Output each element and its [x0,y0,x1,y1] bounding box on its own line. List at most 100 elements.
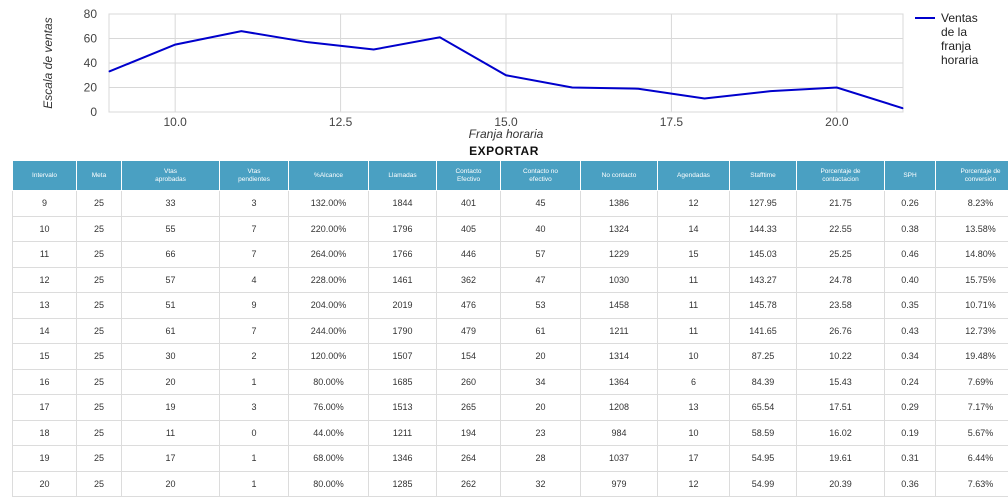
y-tick-label: 0 [90,105,97,119]
table-cell: 25 [76,343,122,370]
y-tick-label: 80 [84,7,98,21]
table-cell: 7.69% [935,368,1008,395]
table-cell: 84.39 [729,368,797,395]
y-tick-label: 60 [84,32,98,46]
table-cell: 19.48% [935,343,1008,370]
column-header-text: No contacto [601,171,637,179]
table-body: 9 25 33 3 132.00% 1844 401 45 1386 12 127.95 21.75 0… [12,190,1008,497]
table-cell: 20 [121,368,220,395]
table-cell: 7 [219,241,289,268]
table-cell: 12 [657,470,730,497]
column-header: Porcentaje de contactacion [796,160,885,191]
x-tick-label: 12.5 [329,115,353,129]
data-point [902,107,904,109]
x-tick-label: 17.5 [660,115,684,129]
table-cell: 54.99 [729,470,797,497]
table-cell: 1796 [368,215,437,242]
table-cell: 0.24 [884,368,936,395]
data-point [307,41,308,43]
table-cell: 57 [500,241,581,268]
table-cell: 25 [76,266,122,293]
table-cell: 264 [436,445,501,472]
table-row: 17 25 19 3 76.00% 1513 265 20 1208 13 65.54 17.51 0.… [12,394,1008,421]
table-cell: 25 [76,292,122,319]
column-header: Stafftime [729,160,797,191]
table-cell: 80.00% [288,470,369,497]
export-button[interactable]: EXPORTAR [0,143,1008,159]
table-cell: 80.00% [288,368,369,395]
table-cell: 47 [500,266,581,293]
table-cell: 13 [657,394,730,421]
table-cell: 61 [500,317,581,344]
table-cell: 1211 [580,317,658,344]
column-header-text: Stafftime [750,171,776,179]
column-header: %Alcance [288,160,369,191]
table-cell: 25.25 [796,241,885,268]
table-cell: 58.59 [729,419,797,446]
table-cell: 0.36 [884,470,936,497]
table-cell: 21.75 [796,190,885,217]
table-cell: 17 [121,445,220,472]
table-cell: 4 [219,266,289,293]
table-cell: 25 [76,215,122,242]
table-cell: 154 [436,343,501,370]
data-point [505,74,507,76]
column-header: SPH [884,160,936,191]
table-cell: 9 [219,292,289,319]
column-header: Llamadas [368,160,437,191]
table-cell: 18 [12,419,77,446]
table-cell: 1 [219,470,289,497]
table-cell: 25 [76,470,122,497]
table-cell: 194 [436,419,501,446]
table-cell: 20 [500,394,581,421]
table-cell: 14 [657,215,730,242]
table-row: 12 25 57 4 228.00% 1461 362 47 1030 11 143.27 24.78… [12,266,1008,293]
table-cell: 25 [76,317,122,344]
table-cell: 0.19 [884,419,936,446]
table-cell: 23.58 [796,292,885,319]
table-cell: 22.55 [796,215,885,242]
table-cell: 264.00% [288,241,369,268]
table-cell: 25 [76,445,122,472]
table-cell: 145.78 [729,292,797,319]
column-header: No contacto [580,160,658,191]
table-cell: 66 [121,241,220,268]
table-cell: 15 [657,241,730,268]
table-cell: 20 [12,470,77,497]
table-cell: 3 [219,190,289,217]
table-cell: 405 [436,215,501,242]
data-point [704,98,705,100]
column-header-text: SPH [903,171,917,179]
column-header-text: Meta [91,171,107,179]
data-point [836,87,838,88]
table-cell: 24.78 [796,266,885,293]
table-cell: 0.26 [884,190,936,217]
table-cell: 1037 [580,445,658,472]
table-cell: 11 [121,419,220,446]
table-cell: 11 [657,292,730,319]
table-cell: 1685 [368,368,437,395]
column-header: Contacto no efectivo [500,160,581,191]
table-cell: 141.65 [729,317,797,344]
table-cell: 53 [500,292,581,319]
table-cell: 17 [12,394,77,421]
table-cell: 3 [219,394,289,421]
table-cell: 1507 [368,343,437,370]
table-cell: 25 [76,241,122,268]
table-cell: 7.63% [935,470,1008,497]
table-cell: 1790 [368,317,437,344]
sales-chart: 0 20 40 60 80 10.0 12.5 15.0 17.5 20.0 Franja hora… [0,0,1008,143]
column-header-text: efectivo [529,175,552,183]
column-header: Meta [76,160,122,191]
table-cell: 11 [657,317,730,344]
sales-line-chart: 02040608010.0 12.5 15.0 17.5 20.0Franja hora… [41,7,979,141]
table-cell: 204.00% [288,292,369,319]
x-tick-label: 20.0 [825,115,849,129]
legend-label: de la [941,25,967,39]
table-cell: 362 [436,266,501,293]
table-cell: 401 [436,190,501,217]
table-header-row: Intervalo Meta Vtas aprobadas Vtas pendientes… [12,160,1008,191]
data-point [571,87,573,88]
table-cell: 15.75% [935,266,1008,293]
table-cell: 15 [12,343,77,370]
